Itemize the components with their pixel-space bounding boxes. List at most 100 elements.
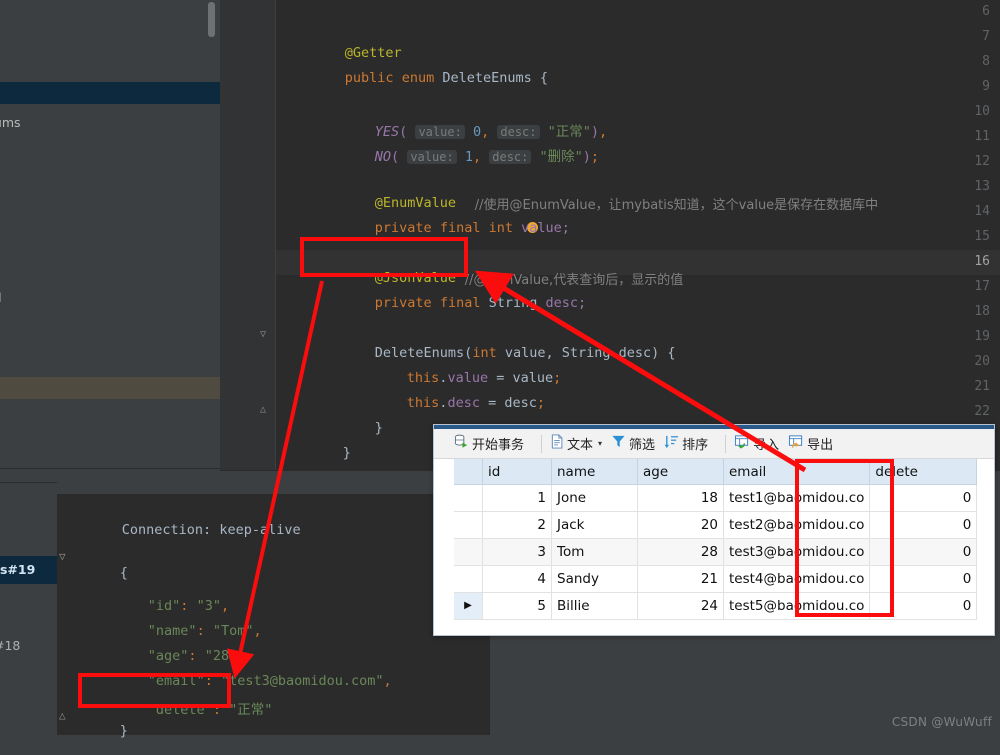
line-number: 17 bbox=[974, 279, 990, 294]
database-table-window[interactable]: 开始事务 文本 ▾ 筛选 排序 导入 导出 id name age email … bbox=[433, 424, 995, 636]
cell-age[interactable]: 20 bbox=[637, 511, 724, 539]
cell-delete[interactable]: 0 bbox=[869, 592, 978, 620]
cell-name[interactable]: Jone bbox=[551, 484, 638, 512]
begin-transaction-label: 开始事务 bbox=[472, 438, 525, 453]
cell-name[interactable]: Sandy bbox=[551, 565, 638, 593]
column-header-delete[interactable]: delete bbox=[869, 459, 978, 485]
cell-email[interactable]: test4@baomidou.co bbox=[723, 565, 871, 593]
filter-button[interactable]: 筛选 bbox=[611, 434, 655, 453]
console-tab-strip[interactable] bbox=[0, 482, 57, 735]
table-body: 1 Jone 18 test1@baomidou.co 0 2 Jack 20 … bbox=[454, 484, 978, 620]
table-row[interactable]: 3 Tom 28 test3@baomidou.co 0 bbox=[454, 538, 978, 566]
cell-age[interactable]: 21 bbox=[637, 565, 724, 593]
column-header-name[interactable]: name bbox=[551, 459, 638, 485]
json-fold-open-icon[interactable]: ▽ bbox=[59, 550, 66, 563]
row-marker[interactable] bbox=[454, 565, 483, 593]
cell-email[interactable]: test5@baomidou.co bbox=[723, 592, 871, 620]
result-table[interactable]: id name age email delete 1 Jone 18 test1… bbox=[454, 459, 978, 620]
console-tab-other-label: #18 bbox=[0, 638, 21, 653]
table-row[interactable]: 2 Jack 20 test2@baomidou.co 0 bbox=[454, 511, 978, 539]
code-string-deleted: "删除" bbox=[539, 149, 583, 165]
row-marker-current[interactable]: ▶ bbox=[454, 592, 483, 620]
project-item-xml[interactable]: ml bbox=[0, 285, 220, 310]
line-number: 7 bbox=[982, 29, 990, 44]
line-number: 9 bbox=[982, 79, 990, 94]
code-keyword-public: public bbox=[344, 70, 394, 86]
row-marker[interactable] bbox=[454, 484, 483, 512]
json-value-delete: "正常" bbox=[229, 702, 273, 718]
row-marker[interactable] bbox=[454, 511, 483, 539]
project-panel[interactable]: nums ml bbox=[0, 0, 220, 470]
line-number: 13 bbox=[974, 179, 990, 194]
begin-transaction-button[interactable]: 开始事务 bbox=[454, 434, 524, 453]
row-marker[interactable] bbox=[454, 538, 483, 566]
cell-delete[interactable]: 0 bbox=[869, 484, 978, 512]
text-icon bbox=[550, 434, 564, 453]
export-button[interactable]: 导出 bbox=[788, 434, 833, 453]
db-toolbar[interactable]: 开始事务 文本 ▾ 筛选 排序 导入 导出 bbox=[434, 429, 994, 459]
cell-id[interactable]: 1 bbox=[482, 484, 552, 512]
cell-delete[interactable]: 0 bbox=[869, 538, 978, 566]
import-icon bbox=[734, 434, 750, 453]
cell-email[interactable]: test3@baomidou.co bbox=[723, 538, 871, 566]
cell-name[interactable]: Tom bbox=[551, 538, 638, 566]
cell-email[interactable]: test1@baomidou.co bbox=[723, 484, 871, 512]
json-close-brace: } bbox=[119, 723, 128, 739]
line-number: 22 bbox=[974, 404, 990, 419]
line-number: 6 bbox=[982, 4, 990, 19]
cell-age[interactable]: 28 bbox=[637, 538, 724, 566]
table-row-selected[interactable]: ▶ 5 Billie 24 test5@baomidou.co 0 bbox=[454, 592, 978, 620]
text-label: 文本 bbox=[567, 438, 594, 453]
row-marker-header bbox=[454, 459, 483, 485]
db-result-grid[interactable]: id name age email delete 1 Jone 18 test1… bbox=[454, 459, 994, 635]
line-number: 18 bbox=[974, 304, 990, 319]
code-brace: { bbox=[539, 70, 549, 86]
export-icon bbox=[788, 434, 804, 453]
cell-delete[interactable]: 0 bbox=[869, 565, 978, 593]
project-panel-scrollbar[interactable] bbox=[208, 2, 215, 37]
sort-label: 排序 bbox=[682, 438, 709, 453]
code-field-value: value; bbox=[521, 220, 570, 236]
column-header-age[interactable]: age bbox=[637, 459, 724, 485]
table-row[interactable]: 1 Jone 18 test1@baomidou.co 0 bbox=[454, 484, 978, 512]
code-editor[interactable]: 6 7 8 9 10 11 12 13 14 15 16 17 18 19 20… bbox=[220, 0, 1000, 470]
cell-delete[interactable]: 0 bbox=[869, 511, 978, 539]
cell-id[interactable]: 5 bbox=[482, 592, 552, 620]
line-number: 8 bbox=[982, 54, 990, 69]
json-fold-close-icon[interactable]: △ bbox=[59, 709, 66, 722]
project-item-selected[interactable] bbox=[0, 82, 220, 104]
table-row[interactable]: 4 Sandy 21 test4@baomidou.co 0 bbox=[454, 565, 978, 593]
fold-marker-close-icon[interactable]: △ bbox=[260, 404, 271, 415]
cell-id[interactable]: 4 bbox=[482, 565, 552, 593]
cell-name[interactable]: Jack bbox=[551, 511, 638, 539]
ide-window: nums ml 6 7 8 9 10 11 12 13 14 15 16 17 … bbox=[0, 0, 1000, 739]
project-item-highlighted[interactable] bbox=[0, 377, 220, 399]
code-keyword-private: private bbox=[374, 220, 432, 236]
code-field-desc: desc; bbox=[545, 295, 587, 311]
project-item-deleteenums[interactable]: nums bbox=[0, 110, 220, 135]
chevron-down-icon[interactable]: ▾ bbox=[598, 439, 602, 448]
cell-id[interactable]: 2 bbox=[482, 511, 552, 539]
line-number: 15 bbox=[974, 229, 990, 244]
editor-gutter[interactable] bbox=[220, 0, 276, 470]
cell-name[interactable]: Billie bbox=[551, 592, 638, 620]
code-type-string: String bbox=[561, 345, 611, 361]
param-hint-value: value: bbox=[407, 150, 457, 164]
code-type-deleteenums: DeleteEnums bbox=[442, 70, 532, 86]
cell-age[interactable]: 24 bbox=[637, 592, 724, 620]
response-console[interactable]: Connection: keep-alive ▽ { "id": "3", "n… bbox=[57, 494, 490, 739]
cell-age[interactable]: 18 bbox=[637, 484, 724, 512]
code-param-desc: desc) { bbox=[610, 345, 676, 361]
line-number: 19 bbox=[974, 329, 990, 344]
cell-email[interactable]: test2@baomidou.co bbox=[723, 511, 871, 539]
cell-id[interactable]: 3 bbox=[482, 538, 552, 566]
code-brace-close-ctor: } bbox=[374, 420, 383, 436]
import-button[interactable]: 导入 bbox=[734, 434, 779, 453]
code-keyword-private: private bbox=[374, 295, 432, 311]
export-label: 导出 bbox=[807, 438, 834, 453]
fold-marker-open-icon[interactable]: ▽ bbox=[260, 329, 271, 340]
sort-button[interactable]: 排序 bbox=[664, 434, 708, 453]
column-header-id[interactable]: id bbox=[482, 459, 552, 485]
column-header-email[interactable]: email bbox=[723, 459, 871, 485]
text-button[interactable]: 文本 ▾ bbox=[550, 434, 602, 453]
